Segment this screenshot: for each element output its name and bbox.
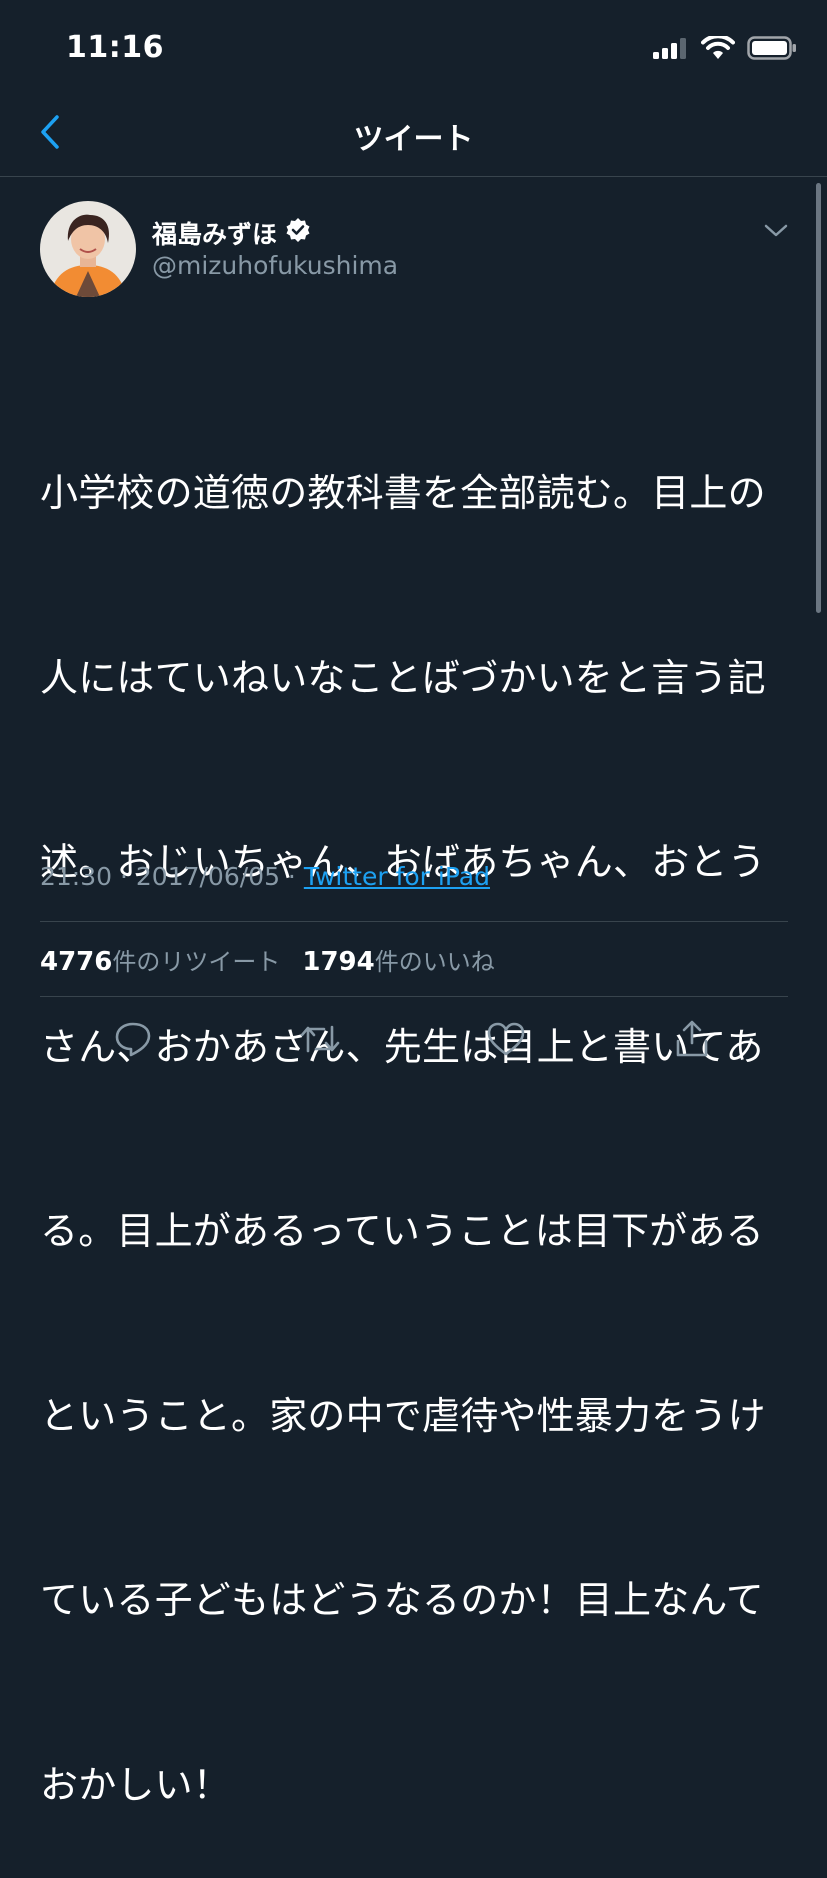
- tweet-time: 21:30: [40, 862, 113, 891]
- tweet-source-link[interactable]: Twitter for iPad: [304, 862, 490, 891]
- verified-badge-icon: [285, 217, 311, 249]
- display-name-text: 福島みずほ: [152, 220, 278, 249]
- tweet-text-line: 人にはていねいなことばづかいをと言う記: [40, 655, 766, 700]
- tweet-text-line: 小学校の道徳の教科書を全部読む。目上の: [40, 471, 766, 515]
- status-bar: 11:16: [0, 0, 827, 100]
- tweet-actions: [0, 1018, 827, 1068]
- retweet-label: 件のリツイート: [112, 948, 281, 976]
- reply-button[interactable]: [108, 1018, 158, 1064]
- tweet-text-line: る。目上があるっていうことは目下がある: [40, 1209, 764, 1253]
- wifi-icon: [701, 34, 735, 64]
- like-button[interactable]: [481, 1018, 531, 1064]
- retweet-stat[interactable]: 4776件のリツイート: [40, 942, 280, 977]
- retweet-icon: [298, 1019, 342, 1063]
- tweet-stats: 4776件のリツイート 1794件のいいね: [40, 942, 495, 977]
- retweet-count: 4776: [40, 947, 113, 977]
- signal-icon: [653, 37, 689, 63]
- battery-icon: [747, 36, 797, 64]
- share-button[interactable]: [667, 1018, 717, 1064]
- username[interactable]: @mizuhofukushima: [152, 251, 398, 280]
- tweet-date: 2017/06/05: [135, 862, 280, 891]
- meta-separator: ·: [112, 862, 136, 891]
- status-time: 11:16: [66, 30, 164, 65]
- like-stat[interactable]: 1794件のいいね: [302, 942, 494, 977]
- reply-icon: [113, 1019, 153, 1063]
- divider: [40, 921, 788, 922]
- display-name[interactable]: 福島みずほ: [152, 215, 311, 251]
- like-count: 1794: [302, 947, 375, 977]
- status-icons: [653, 34, 797, 64]
- tweet-text-line: おかしい！: [40, 1762, 232, 1807]
- tweet-meta: 21:30 · 2017/06/05 · Twitter for iPad: [40, 862, 490, 891]
- tweet-menu-button[interactable]: [761, 220, 791, 244]
- tweet-text-line: ということ。家の中で虐待や性暴力をうけ: [40, 1393, 766, 1438]
- page-title: ツイート: [353, 122, 474, 157]
- like-label: 件のいいね: [374, 948, 495, 976]
- meta-separator: ·: [279, 862, 304, 891]
- avatar[interactable]: [40, 201, 136, 297]
- tweet-text: 小学校の道徳の教科書を全部読む。目上の 人にはていねいなことばづかいをと言う記 …: [40, 340, 792, 1878]
- retweet-button[interactable]: [295, 1018, 345, 1064]
- divider: [40, 996, 788, 997]
- nav-bar: ツイート: [0, 100, 827, 177]
- scrollbar[interactable]: [816, 183, 821, 613]
- chevron-down-icon: [764, 223, 788, 242]
- share-icon: [672, 1019, 712, 1063]
- heart-icon: [486, 1019, 526, 1063]
- tweet-text-line: ている子どもはどうなるのか！目上なんて: [40, 1578, 764, 1622]
